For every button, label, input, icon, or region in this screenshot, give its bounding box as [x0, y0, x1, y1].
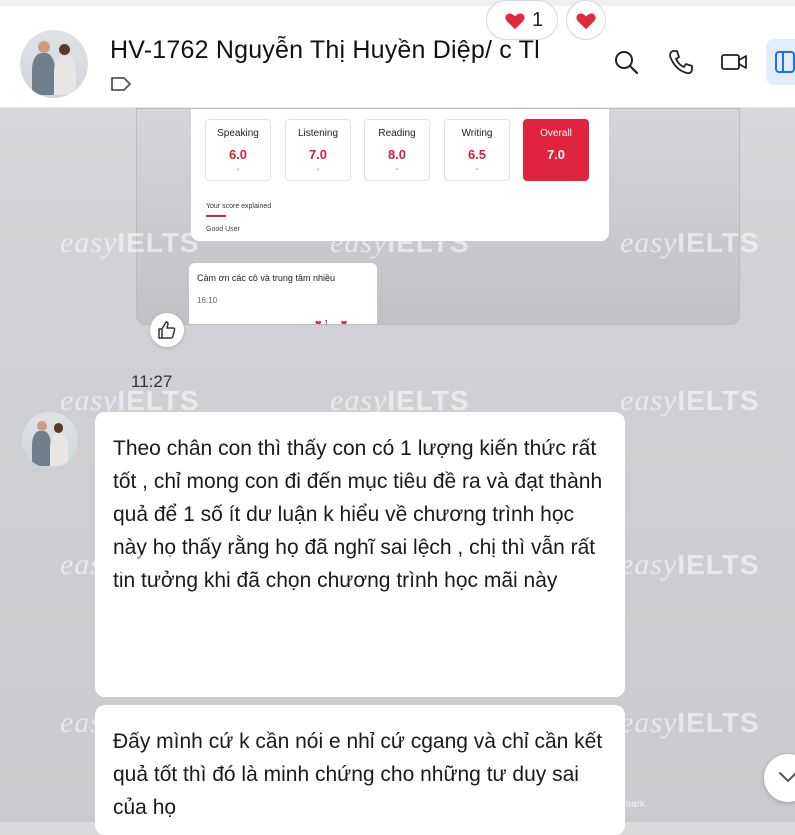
inner-message-time: 16:10	[197, 296, 218, 305]
watermark: easyIELTS	[330, 226, 470, 259]
contact-avatar[interactable]	[20, 30, 88, 98]
score-listening: Listening 7.0 ⌄	[285, 119, 351, 181]
inner-reaction: ❤ 1 ❤	[315, 319, 348, 325]
user-label: Good User	[206, 226, 240, 233]
watermark: easyIELTS	[620, 706, 760, 739]
chat-header: HV-1762 Nguyễn Thị Huyền Diệp/ c Tl	[0, 0, 795, 108]
watermark: easyIELTS	[620, 226, 760, 259]
watermark: easyIELTS	[60, 226, 200, 259]
watermark-footnote: Image was created using the free version…	[210, 799, 648, 810]
score-reading: Reading 8.0 ⌄	[364, 119, 430, 181]
watermark: easyIELTS	[60, 706, 200, 739]
chevron-down-icon	[779, 772, 795, 783]
sidebar-toggle-button[interactable]	[766, 39, 795, 85]
inner-message-text: Cảm ơn các cô và trung tâm nhiều	[197, 273, 335, 283]
heart-icon	[505, 13, 525, 30]
sidebar-toggle-icon	[775, 51, 795, 73]
watermark: easyIELTS	[60, 548, 200, 581]
thumbs-up-icon	[158, 321, 176, 339]
inner-message-bubble: Cảm ơn các cô và trung tâm nhiều 16:10 ❤…	[189, 263, 377, 325]
tag-icon[interactable]	[110, 76, 132, 92]
image-attachment[interactable]: Speaking 6.0 ⌄ Listening 7.0 ⌄ Reading 8…	[136, 108, 740, 325]
underline-accent	[206, 215, 226, 217]
heart-icon	[576, 13, 596, 30]
reaction-count: 1	[532, 9, 544, 31]
search-icon[interactable]	[612, 48, 640, 76]
scroll-to-bottom-button[interactable]	[764, 754, 795, 802]
score-speaking: Speaking 6.0 ⌄	[205, 119, 271, 181]
like-button[interactable]	[150, 313, 184, 347]
score-writing: Writing 6.5 ⌄	[444, 119, 510, 181]
watermark: easyIELTS	[620, 384, 760, 417]
phone-icon[interactable]	[667, 48, 695, 76]
sender-avatar[interactable]	[22, 412, 78, 468]
add-reaction-button[interactable]	[566, 0, 606, 40]
reaction-heart-count[interactable]: 1	[486, 0, 558, 40]
score-overall: Overall 7.0	[523, 119, 589, 181]
chat-title[interactable]: HV-1762 Nguyễn Thị Huyền Diệp/ c Tl	[110, 36, 580, 65]
score-panel: Speaking 6.0 ⌄ Listening 7.0 ⌄ Reading 8…	[191, 109, 609, 241]
score-explained-link: Your score explained	[206, 203, 272, 210]
message-timestamp: 11:27	[131, 372, 173, 391]
video-icon[interactable]	[720, 48, 748, 76]
watermark: easyIELTS	[620, 548, 760, 581]
